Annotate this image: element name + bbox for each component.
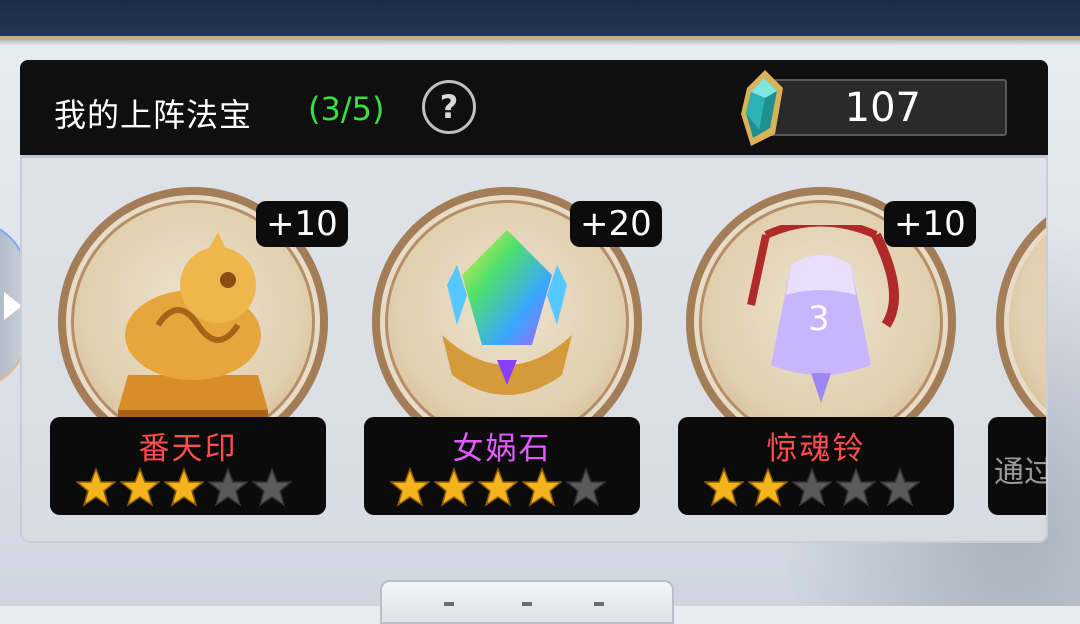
treasure-name: 番天印 — [138, 431, 238, 467]
star-empty-icon — [252, 467, 292, 507]
top-banner — [0, 0, 1080, 46]
star-empty-icon — [836, 467, 876, 507]
seal-icon — [118, 232, 268, 420]
bonus-badge: +10 — [884, 201, 976, 247]
bottom-action-button[interactable] — [380, 580, 674, 624]
svg-text:3: 3 — [808, 299, 830, 339]
bell-icon: 3 — [747, 225, 899, 403]
bonus-badge: +10 — [256, 201, 348, 247]
help-button[interactable]: ? — [422, 80, 476, 134]
star-filled-icon — [704, 467, 744, 507]
treasure-card-partial[interactable]: 通过 — [988, 155, 1048, 541]
button-text-fragment — [522, 602, 532, 606]
star-filled-icon — [434, 467, 474, 507]
star-filled-icon — [120, 467, 160, 507]
treasure-label: 番天印 — [50, 417, 326, 515]
deployed-count: (3/5) — [308, 90, 385, 128]
treasure-card[interactable]: 3 +10 惊魂铃 — [674, 155, 976, 541]
star-filled-icon — [522, 467, 562, 507]
currency-value: 107 — [844, 85, 921, 131]
star-empty-icon — [880, 467, 920, 507]
treasure-card[interactable]: +10 番天印 — [46, 155, 348, 541]
star-filled-icon — [748, 467, 788, 507]
star-filled-icon — [390, 467, 430, 507]
gem-icon — [741, 70, 783, 146]
treasure-label: 通过 — [988, 417, 1048, 515]
treasure-name: 惊魂铃 — [766, 431, 866, 467]
unlock-hint: 通过 — [994, 455, 1048, 490]
star-empty-icon — [792, 467, 832, 507]
star-filled-icon — [164, 467, 204, 507]
star-rating — [704, 467, 920, 507]
treasure-panel: +10 番天印 +20 女娲石 3 +10 惊魂铃 通过 — [20, 155, 1048, 543]
currency-display: 107 — [765, 79, 1007, 136]
star-empty-icon — [208, 467, 248, 507]
crystal-icon — [442, 230, 572, 395]
header-title: 我的上阵法宝 — [54, 96, 253, 134]
treasure-header: 我的上阵法宝 (3/5) ? 107 — [20, 60, 1048, 155]
button-text-fragment — [444, 602, 454, 606]
treasure-card[interactable]: +20 女娲石 — [360, 155, 662, 541]
treasure-label: 女娲石 — [364, 417, 640, 515]
button-text-fragment — [594, 602, 604, 606]
star-filled-icon — [76, 467, 116, 507]
star-rating — [390, 467, 606, 507]
bonus-badge: +20 — [570, 201, 662, 247]
star-filled-icon — [478, 467, 518, 507]
star-rating — [76, 467, 292, 507]
treasure-name: 女娲石 — [452, 431, 552, 467]
star-empty-icon — [566, 467, 606, 507]
treasure-label: 惊魂铃 — [678, 417, 954, 515]
